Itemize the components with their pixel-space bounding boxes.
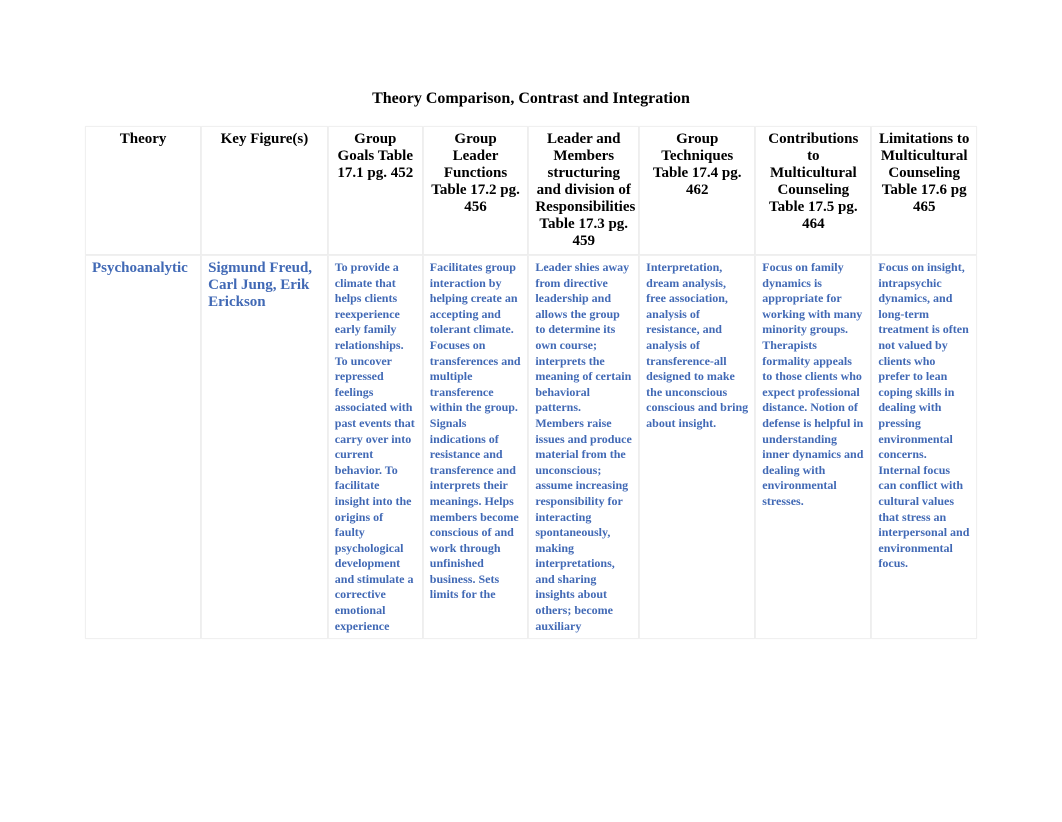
table-row: Psychoanalytic Sigmund Freud, Carl Jung,… (85, 255, 977, 639)
header-group-goals: Group Goals Table 17.1 pg. 452 (328, 126, 423, 255)
cell-goals: To provide a climate that helps clients … (328, 255, 423, 639)
cell-theory: Psychoanalytic (85, 255, 201, 639)
header-leader-functions: Group Leader Functions Table 17.2 pg. 45… (423, 126, 529, 255)
document-page: Theory Comparison, Contrast and Integrat… (0, 0, 1062, 639)
header-contributions: Contributions to Multicultural Counselin… (755, 126, 871, 255)
cell-structuring: Leader shies away from directive leaders… (528, 255, 639, 639)
header-limitations: Limitations to Multicultural Counseling … (871, 126, 977, 255)
header-key-figures: Key Figure(s) (201, 126, 328, 255)
header-techniques: Group Techniques Table 17.4 pg. 462 (639, 126, 755, 255)
cell-key-figures: Sigmund Freud, Carl Jung, Erik Erickson (201, 255, 328, 639)
header-theory: Theory (85, 126, 201, 255)
cell-techniques: Interpretation, dream analysis, free ass… (639, 255, 755, 639)
table-header-row: Theory Key Figure(s) Group Goals Table 1… (85, 126, 977, 255)
comparison-table: Theory Key Figure(s) Group Goals Table 1… (85, 126, 977, 639)
cell-limitations: Focus on insight, intrapsychic dynamics,… (871, 255, 977, 639)
cell-leader-functions: Facilitates group interaction by helping… (423, 255, 529, 639)
document-title: Theory Comparison, Contrast and Integrat… (85, 90, 977, 108)
header-structuring: Leader and Members structuring and divis… (528, 126, 639, 255)
cell-contributions: Focus on family dynamics is appropriate … (755, 255, 871, 639)
